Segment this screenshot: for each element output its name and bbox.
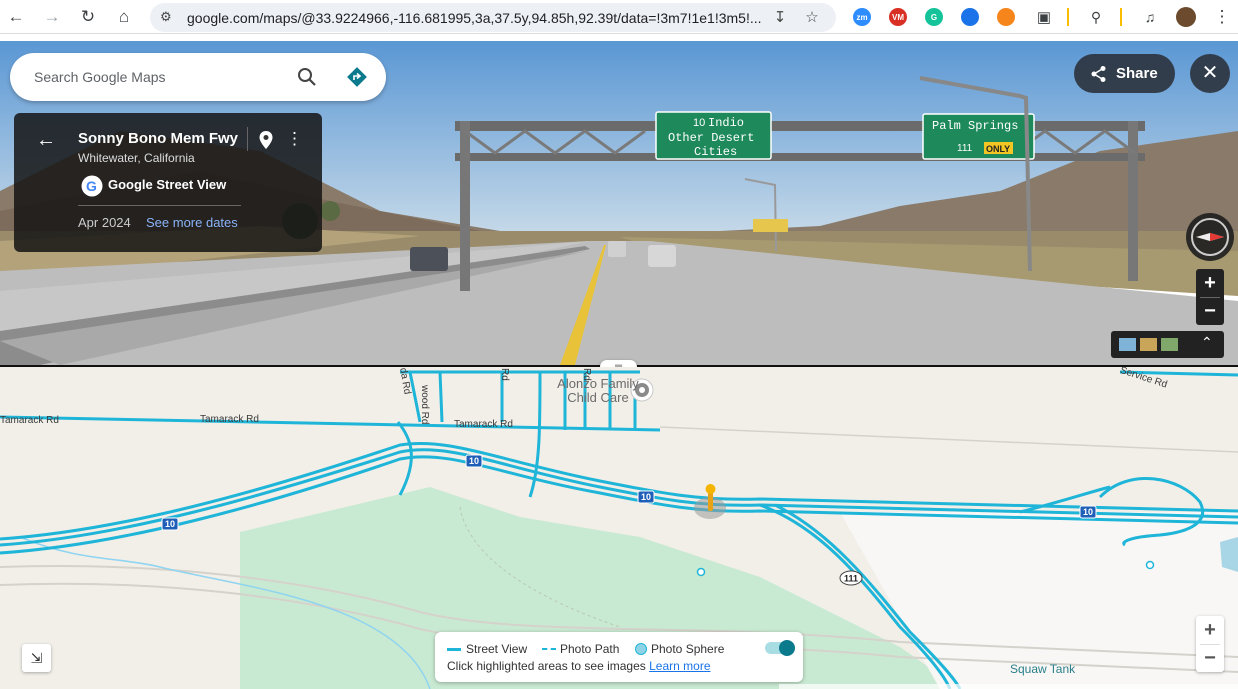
vm-extension-icon[interactable]: VM bbox=[889, 8, 907, 26]
thumbnail[interactable] bbox=[1161, 338, 1178, 351]
circle-extension-icon[interactable] bbox=[961, 8, 979, 26]
search-icon[interactable] bbox=[297, 67, 317, 87]
legend-street-view: Street View bbox=[466, 642, 528, 656]
road-label: Tamarack Rd bbox=[454, 419, 513, 430]
zoom-out-button[interactable]: − bbox=[1196, 297, 1224, 325]
street-view-legend: Street View Photo Path Photo Sphere Clic… bbox=[435, 632, 803, 682]
address-bar[interactable]: ⚙ google.com/maps/@33.9224966,-116.68199… bbox=[150, 3, 836, 32]
directions-icon[interactable] bbox=[346, 66, 368, 88]
bookmark-star-icon[interactable]: ☆ bbox=[802, 8, 822, 28]
photo-sphere-icon bbox=[635, 643, 647, 655]
map-attribution-bar bbox=[779, 684, 1238, 689]
url-text[interactable]: google.com/maps/@33.9224966,-116.681995,… bbox=[187, 10, 777, 26]
divider bbox=[247, 127, 248, 151]
search-input[interactable]: Search Google Maps bbox=[34, 69, 166, 85]
sign-text-line: Other Desert bbox=[668, 131, 754, 145]
road-title: Sonny Bono Mem Fwy bbox=[78, 130, 239, 147]
legend-photo-path: Photo Path bbox=[560, 642, 620, 656]
reload-icon[interactable]: ↻ bbox=[76, 6, 100, 28]
road-label: Rd bbox=[499, 368, 510, 381]
home-icon[interactable]: ⌂ bbox=[112, 6, 136, 28]
road-label: Tamarack Rd bbox=[0, 415, 59, 426]
divider bbox=[1067, 8, 1069, 26]
svg-text:G: G bbox=[86, 178, 97, 194]
install-app-icon[interactable]: ↧ bbox=[770, 8, 790, 28]
map-zoom-in-button[interactable]: + bbox=[1196, 616, 1224, 644]
street-view-info-card: ← Sonny Bono Mem Fwy Whitewater, Califor… bbox=[14, 113, 322, 252]
more-vert-icon[interactable]: ⋮ bbox=[1210, 6, 1234, 28]
thumbnail[interactable] bbox=[1119, 338, 1136, 351]
poi-label[interactable]: Alonzo Family Child Care bbox=[535, 377, 661, 405]
compass-icon[interactable] bbox=[1186, 213, 1234, 261]
divider bbox=[1120, 8, 1122, 26]
zoom-in-button[interactable]: + bbox=[1196, 269, 1224, 297]
close-icon[interactable]: ✕ bbox=[1190, 54, 1230, 93]
back-icon[interactable]: ← bbox=[4, 6, 28, 28]
location-pin-icon[interactable] bbox=[258, 130, 274, 150]
sign-text-line: Cities bbox=[694, 145, 737, 159]
metamask-extension-icon[interactable] bbox=[997, 8, 1015, 26]
divider bbox=[78, 205, 241, 206]
street-view-layer-toggle[interactable] bbox=[765, 640, 795, 656]
i10-shield: 10 bbox=[641, 492, 651, 502]
sign-text-line: Palm Springs bbox=[932, 119, 1018, 133]
sign-route-label: 10 bbox=[693, 117, 705, 129]
road-label: Tamarack Rd bbox=[200, 414, 259, 425]
sr111-shield: 111 bbox=[844, 574, 858, 584]
share-button[interactable]: Share bbox=[1074, 54, 1175, 93]
learn-more-link[interactable]: Learn more bbox=[649, 659, 710, 673]
thumbnail[interactable] bbox=[1140, 338, 1157, 351]
i10-shield: 10 bbox=[165, 519, 175, 529]
extensions-puzzle-icon[interactable]: ▣ bbox=[1032, 6, 1056, 28]
sign-route-label: 111 bbox=[957, 143, 973, 154]
site-info-icon[interactable]: ⚙ bbox=[160, 9, 176, 25]
browser-toolbar: ← → ↻ ⌂ ⚙ google.com/maps/@33.9224966,-1… bbox=[0, 0, 1238, 34]
photo-path-icon bbox=[542, 648, 556, 650]
provider-label[interactable]: Google Street View bbox=[108, 177, 226, 192]
capture-date: Apr 2024 bbox=[78, 215, 131, 230]
legend-hint-text: Click highlighted areas to see images bbox=[447, 659, 646, 673]
minimize-map-icon[interactable]: ⇲ bbox=[22, 644, 51, 672]
legend-hint: Click highlighted areas to see images Le… bbox=[447, 659, 711, 673]
street-view-zoom-control: + − bbox=[1196, 269, 1224, 325]
share-icon bbox=[1091, 66, 1106, 82]
location-subtitle: Whitewater, California bbox=[78, 151, 195, 165]
imagery-thumbnails[interactable]: ⌃ bbox=[1111, 331, 1224, 358]
street-view-line-icon bbox=[447, 648, 461, 651]
grammarly-extension-icon[interactable]: G bbox=[925, 8, 943, 26]
zoom-extension-icon[interactable]: zm bbox=[853, 8, 871, 26]
sign-text-line: Indio bbox=[708, 116, 744, 130]
avatar[interactable] bbox=[1176, 7, 1196, 27]
legend-photo-sphere: Photo Sphere bbox=[651, 642, 725, 656]
map-zoom-control: + − bbox=[1196, 616, 1224, 672]
toggle-knob bbox=[779, 640, 795, 656]
forward-icon[interactable]: → bbox=[40, 6, 64, 28]
back-arrow-icon[interactable]: ← bbox=[36, 129, 56, 152]
see-more-dates-link[interactable]: See more dates bbox=[146, 215, 238, 230]
lens-search-icon[interactable]: ⚲ bbox=[1084, 6, 1108, 28]
share-label: Share bbox=[1116, 65, 1158, 82]
i10-shield: 10 bbox=[469, 456, 479, 466]
search-box[interactable]: Search Google Maps bbox=[10, 53, 386, 101]
expand-up-icon[interactable]: ⌃ bbox=[1201, 334, 1213, 351]
sign-only-label: ONLY bbox=[986, 144, 1010, 154]
map-zoom-out-button[interactable]: − bbox=[1196, 644, 1224, 672]
place-label[interactable]: Squaw Tank bbox=[1010, 662, 1075, 676]
i10-shield: 10 bbox=[1083, 507, 1093, 517]
road-label: wood Rd bbox=[419, 385, 430, 425]
google-logo-icon: G bbox=[81, 175, 103, 197]
more-vert-icon[interactable]: ⋮ bbox=[286, 129, 303, 149]
media-control-icon[interactable]: ♫ bbox=[1138, 6, 1162, 28]
